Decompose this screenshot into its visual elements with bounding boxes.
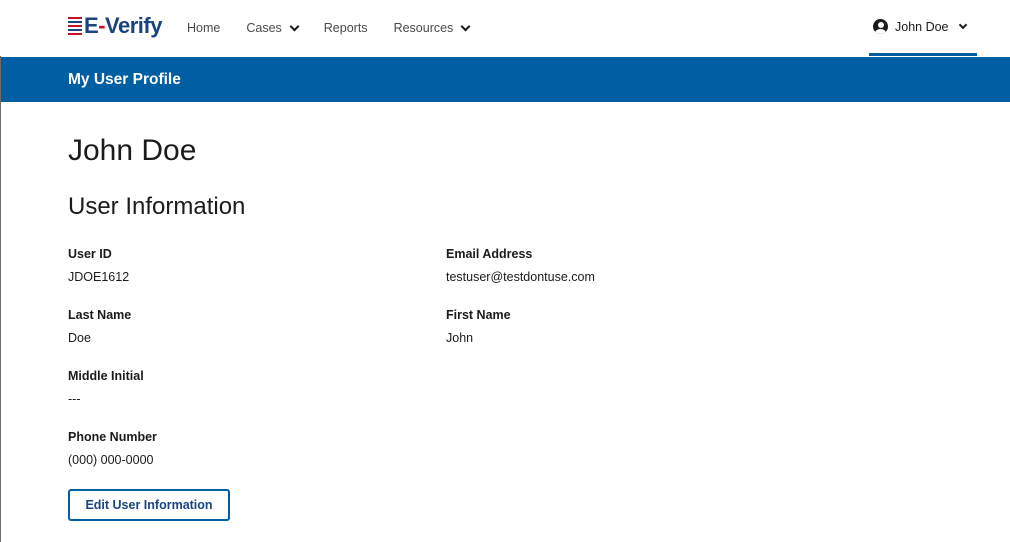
flag-icon — [68, 17, 82, 35]
page-title: John Doe — [68, 134, 197, 167]
page-banner: My User Profile — [1, 57, 1010, 102]
nav-cases[interactable]: Cases — [246, 21, 300, 35]
edit-user-information-button[interactable]: Edit User Information — [68, 489, 230, 521]
field-label: Last Name — [68, 308, 132, 322]
nav-reports[interactable]: Reports — [324, 21, 368, 35]
field-email: Email Address testuser@testdontuse.com — [446, 247, 595, 284]
nav-reports-label: Reports — [323, 21, 368, 35]
nav-home[interactable]: Home — [187, 21, 220, 35]
field-phone: Phone Number (000) 000-0000 — [68, 430, 157, 467]
user-menu-name: John Doe — [895, 19, 949, 34]
field-value: Doe — [68, 331, 91, 345]
banner-title: My User Profile — [68, 71, 181, 88]
nav-home-label: Home — [187, 21, 221, 35]
field-label: First Name — [446, 308, 511, 322]
field-value: (000) 000-0000 — [68, 453, 154, 467]
field-first-name: First Name John — [446, 308, 511, 345]
field-label: Phone Number — [68, 430, 157, 444]
field-value: John — [446, 331, 474, 345]
user-circle-icon — [873, 19, 888, 34]
field-label: Email Address — [446, 247, 533, 261]
chevron-down-icon — [958, 20, 967, 29]
nav-resources-label: Resources — [393, 21, 454, 35]
field-value: JDOE1612 — [68, 270, 130, 284]
section-title: User Information — [68, 193, 246, 220]
e-verify-logo[interactable]: E-Verify — [68, 13, 162, 39]
top-navigation: E-Verify Home Cases Reports Resources Jo… — [0, 0, 1010, 56]
chevron-down-icon — [289, 21, 300, 31]
field-label: User ID — [68, 247, 112, 261]
field-last-name: Last Name Doe — [68, 308, 131, 345]
nav-cases-label: Cases — [246, 21, 282, 35]
chevron-down-icon — [460, 21, 471, 31]
field-label: Middle Initial — [68, 369, 144, 383]
logo-wordmark: E-Verify — [84, 13, 162, 38]
user-menu[interactable]: John Doe — [869, 0, 977, 56]
field-value: testuser@testdontuse.com — [446, 270, 595, 284]
main-nav: Home Cases Reports Resources — [187, 0, 495, 56]
field-user-id: User ID JDOE1612 — [68, 247, 129, 284]
nav-resources[interactable]: Resources — [393, 21, 471, 35]
field-middle-initial: Middle Initial --- — [68, 369, 144, 406]
field-value: --- — [68, 392, 81, 406]
